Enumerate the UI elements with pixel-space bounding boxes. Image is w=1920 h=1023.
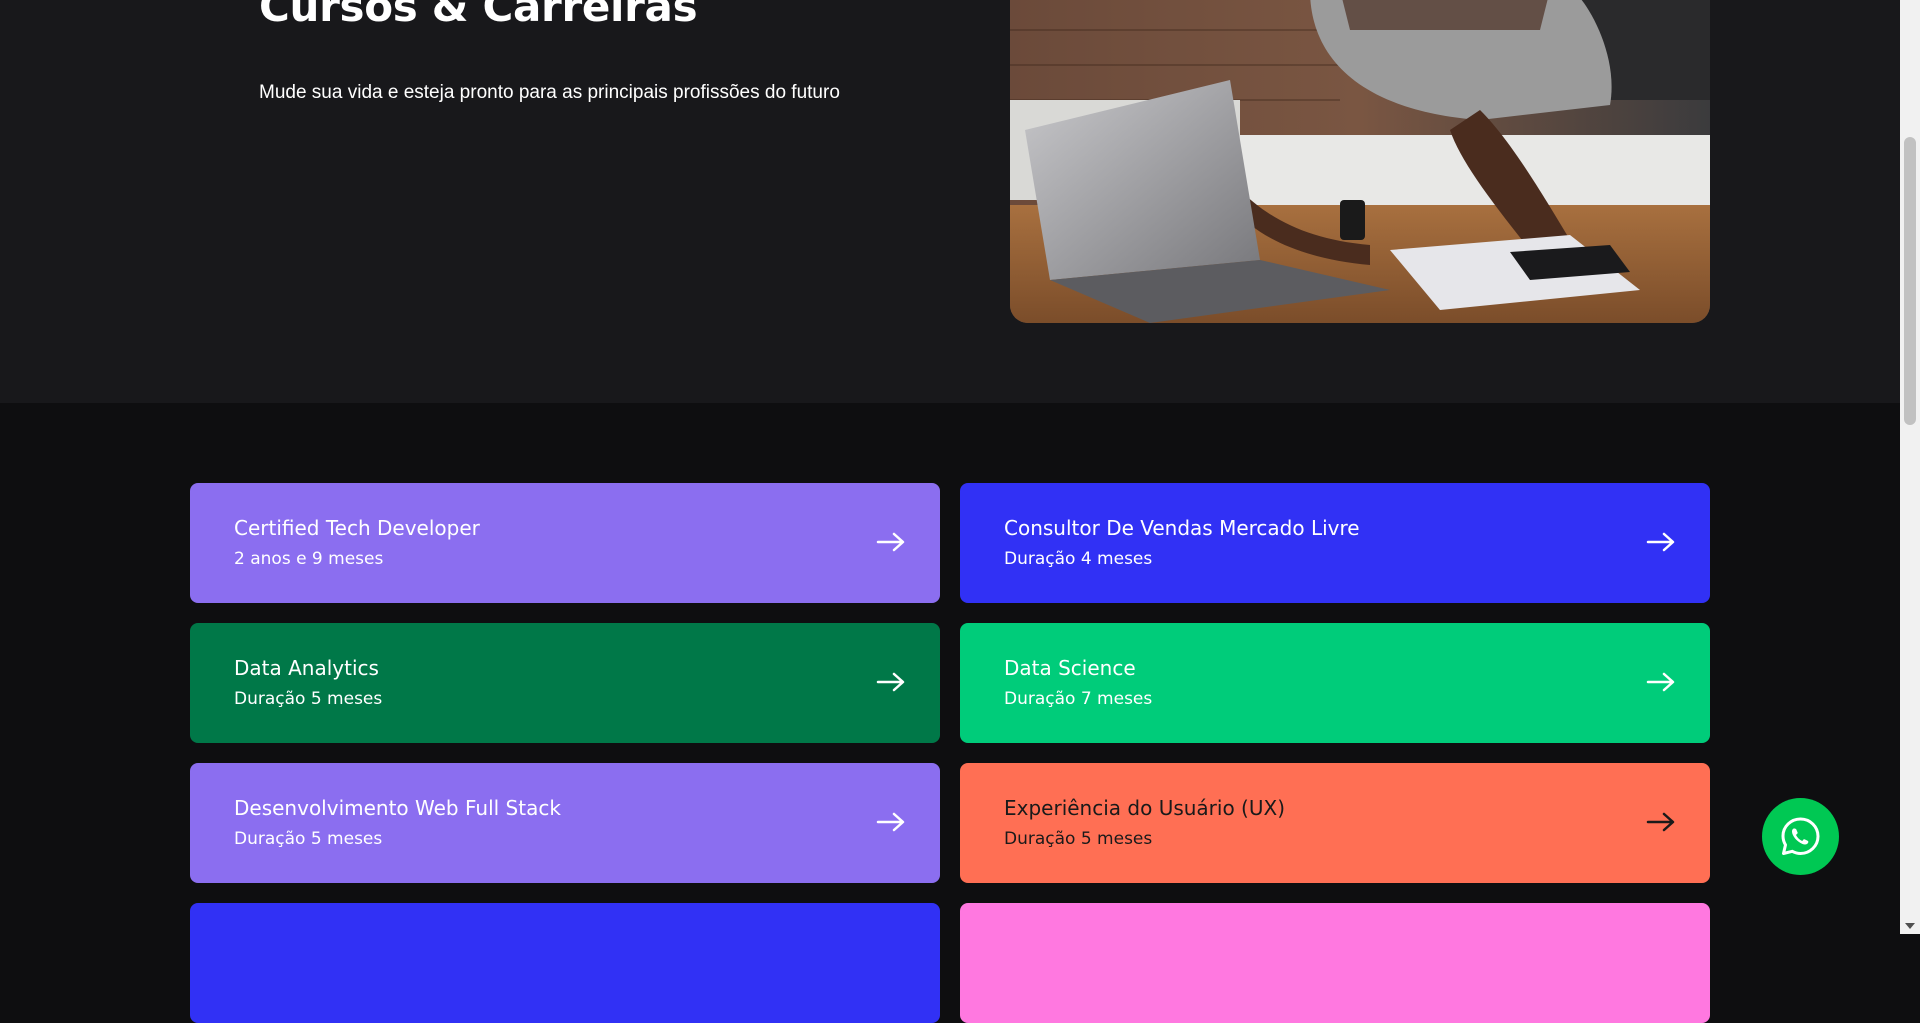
course-card-web-full-stack[interactable]: Desenvolvimento Web Full Stack Duração 5… (190, 763, 940, 883)
course-card-data-analytics[interactable]: Data Analytics Duração 5 meses (190, 623, 940, 743)
scrollbar-thumb[interactable] (1904, 137, 1916, 425)
course-card-data-science[interactable]: Data Science Duração 7 meses (960, 623, 1710, 743)
course-name: Desenvolvimento Web Full Stack (234, 796, 561, 820)
hero-subtitle: Mude sua vida e esteja pronto para as pr… (259, 82, 840, 103)
course-duration: Duração 5 meses (234, 689, 383, 709)
arrow-right-icon (1646, 812, 1675, 832)
whatsapp-button[interactable] (1762, 798, 1839, 875)
course-name: Certified Tech Developer (234, 516, 480, 540)
course-name: Consultor De Vendas Mercado Livre (1004, 516, 1360, 540)
course-duration: Duração 7 meses (1004, 689, 1153, 709)
arrow-right-icon (876, 812, 905, 832)
course-duration: Duração 5 meses (234, 829, 383, 849)
page-title: Cursos & Carreiras (259, 0, 698, 31)
hero-section: Cursos & Carreiras Mude sua vida e estej… (0, 0, 1900, 403)
arrow-right-icon (876, 672, 905, 692)
course-name: Experiência do Usuário (UX) (1004, 796, 1285, 820)
course-duration: Duração 4 meses (1004, 549, 1153, 569)
hero-image (1010, 0, 1710, 323)
course-name: Data Analytics (234, 656, 379, 680)
course-duration: Duração 5 meses (1004, 829, 1153, 849)
whatsapp-icon (1781, 817, 1820, 855)
arrow-right-icon (1646, 672, 1675, 692)
course-duration: 2 anos e 9 meses (234, 549, 384, 569)
course-card-certified-tech-developer[interactable]: Certified Tech Developer 2 anos e 9 mese… (190, 483, 940, 603)
course-card-ux[interactable]: Experiência do Usuário (UX) Duração 5 me… (960, 763, 1710, 883)
course-card-partial-right[interactable] (960, 903, 1710, 1023)
course-card-consultor-vendas[interactable]: Consultor De Vendas Mercado Livre Duraçã… (960, 483, 1710, 603)
course-name: Data Science (1004, 656, 1136, 680)
arrow-right-icon (1646, 532, 1675, 552)
arrow-right-icon (876, 532, 905, 552)
course-card-partial-left[interactable] (190, 903, 940, 1023)
page-scrollbar[interactable] (1900, 0, 1920, 934)
scroll-down-arrow-icon[interactable] (1905, 923, 1915, 929)
